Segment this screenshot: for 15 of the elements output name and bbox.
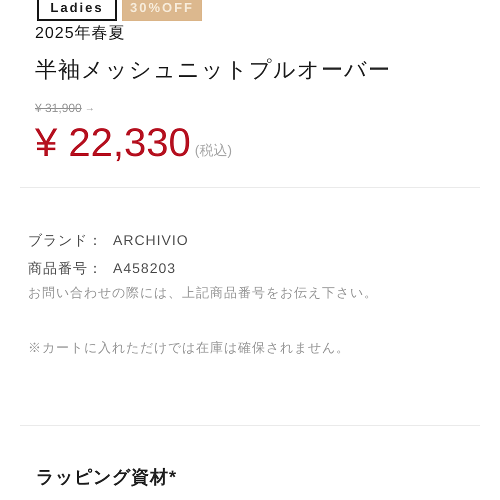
detail-value: ARCHIVIO (113, 231, 189, 250)
tag-label: 30%OFF (122, 0, 202, 21)
season-label: 2025年春夏 (35, 24, 127, 44)
sale-price: ¥ 22,330 (35, 120, 191, 167)
original-price: ¥ 31,900 (35, 100, 82, 117)
wrapping-heading: ラッピング資材* (35, 466, 178, 489)
stock-note: ※カートに入れただけでは在庫は確保されません。 (28, 339, 351, 357)
inquiry-note: お問い合わせの際には、上記商品番号をお伝え下さい。 (28, 284, 379, 302)
detail-label: ブランド： (28, 231, 103, 250)
tag-label: Ladies (37, 0, 117, 21)
arrow-text: → (84, 102, 95, 116)
tax-note: (税込) (194, 141, 232, 160)
product-title: 半袖メッシュニットプルオーバー (35, 56, 392, 84)
detail-value: A458203 (113, 259, 176, 278)
detail-label: 商品番号： (28, 259, 103, 278)
